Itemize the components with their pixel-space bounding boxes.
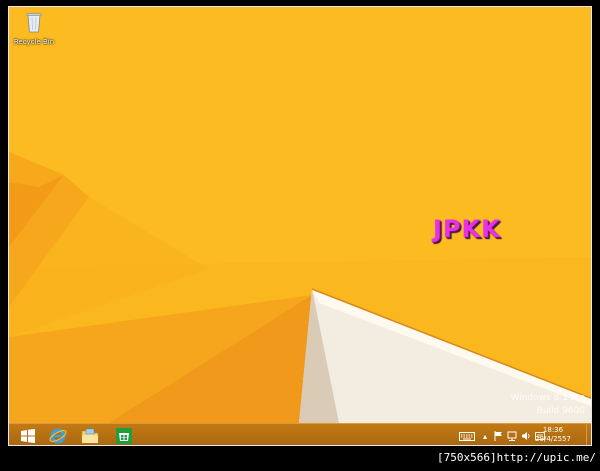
system-tray: ▴ 18:36 29/4/2557: [443, 424, 591, 445]
desktop-wallpaper: [9, 7, 591, 423]
recycle-bin-icon: [26, 13, 42, 33]
watermark-text: JPKK: [433, 215, 501, 243]
folder-icon: [81, 428, 99, 444]
chevron-up-icon: ▴: [482, 431, 487, 441]
windows-build-info: Windows 8.1 Pro Build 9600: [511, 392, 586, 418]
show-desktop-button[interactable]: [586, 424, 591, 445]
flag-icon: [494, 431, 502, 441]
keyboard-icon: [459, 431, 475, 441]
image-frame: Recycle Bin JPKK Windows 8.1 Pro Build 9…: [0, 0, 600, 471]
tray-clock[interactable]: 18:36 29/4/2557: [533, 426, 573, 444]
windows-build: Build 9600: [536, 406, 585, 416]
taskbar-internet-explorer[interactable]: [43, 426, 73, 445]
store-icon: [116, 428, 132, 444]
action-center-button[interactable]: [493, 430, 503, 442]
start-button[interactable]: [13, 426, 43, 445]
image-source-caption: [750x566]http://upic.me/: [437, 451, 596, 464]
show-hidden-icons-button[interactable]: ▴: [481, 430, 489, 442]
taskbar: ▴ 18:36 29/4/2557: [9, 423, 591, 445]
taskbar-file-explorer[interactable]: [75, 426, 105, 445]
clock-time: 18:36: [542, 426, 564, 434]
recycle-bin-label: Recycle Bin: [13, 38, 55, 46]
network-button[interactable]: [507, 430, 517, 442]
volume-button[interactable]: [521, 430, 531, 442]
desktop-screen: Recycle Bin JPKK Windows 8.1 Pro Build 9…: [8, 6, 592, 446]
windows-edition: Windows 8.1 Pro: [510, 393, 586, 403]
internet-explorer-icon: [49, 428, 67, 444]
volume-icon: [522, 432, 530, 440]
desktop-icon-recycle-bin[interactable]: Recycle Bin: [13, 11, 55, 46]
taskbar-store[interactable]: [109, 426, 139, 445]
touch-keyboard-button[interactable]: [459, 430, 475, 442]
windows-logo-icon: [21, 429, 35, 443]
clock-date: 29/4/2557: [535, 435, 571, 443]
network-icon: [507, 431, 517, 441]
